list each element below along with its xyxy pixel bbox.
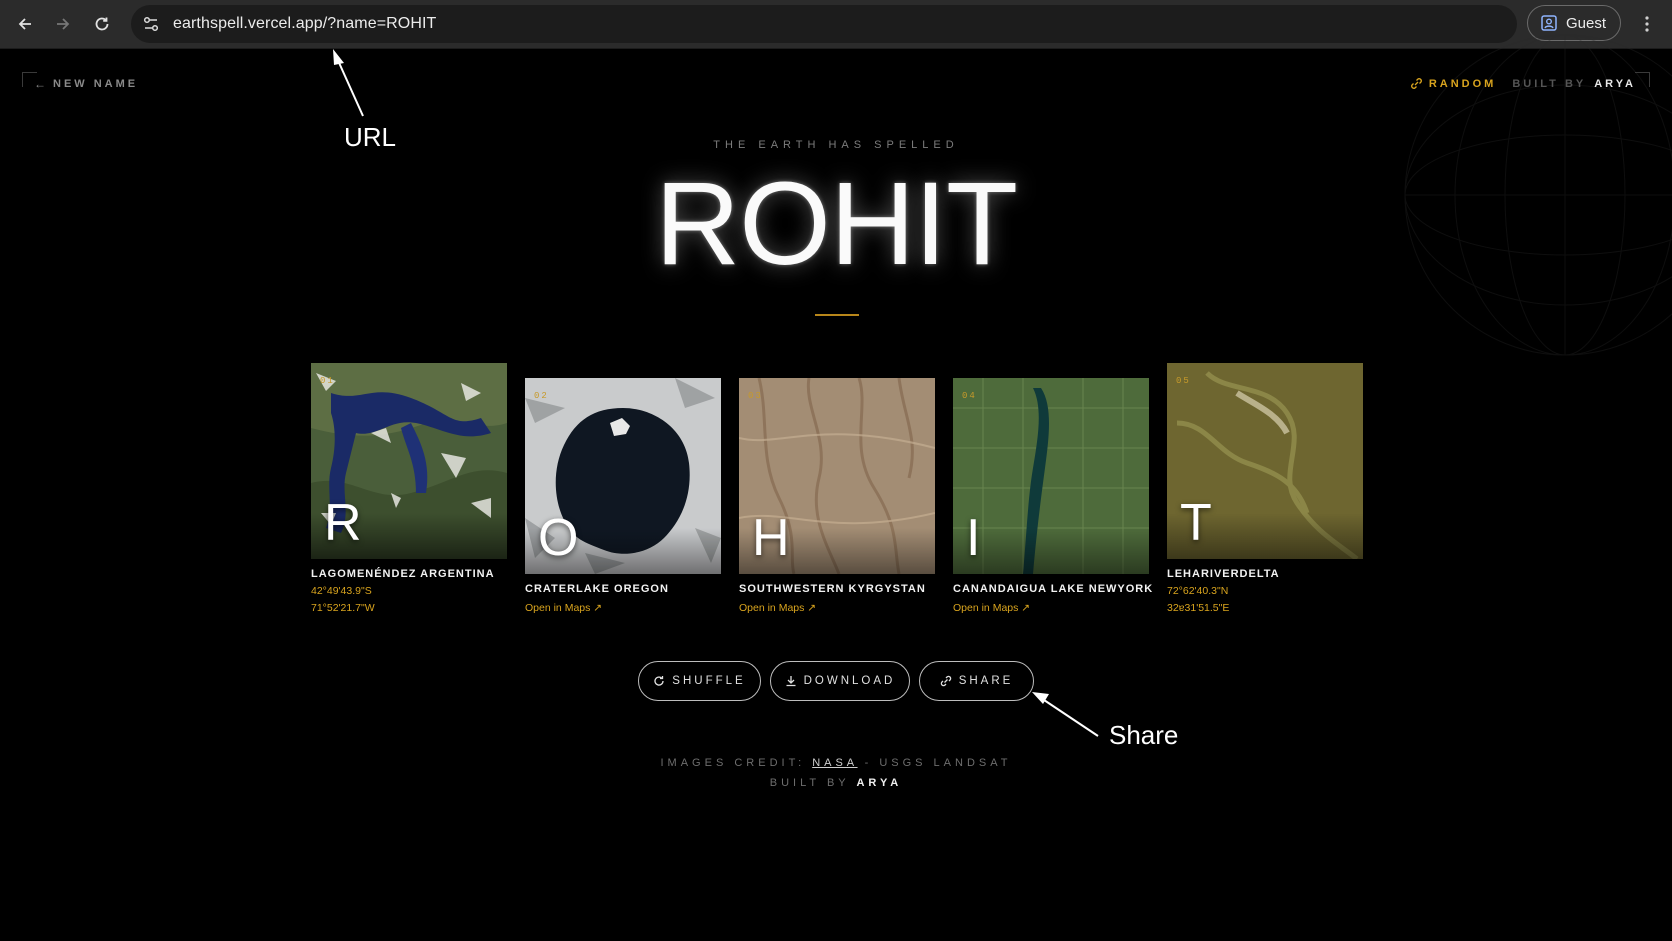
download-icon (786, 676, 796, 687)
url-arrowhead (333, 49, 344, 65)
shuffle-label: SHUFFLE (672, 675, 746, 687)
profile-label: Guest (1566, 14, 1607, 32)
tile-letter: R (324, 494, 362, 552)
dice-icon (1410, 78, 1422, 89)
footer-built-name[interactable]: ARYA (856, 777, 902, 789)
latitude-text: 42°49'43.9"S (311, 585, 372, 597)
share-button[interactable]: SHARE (919, 661, 1034, 701)
tile-letter: H (752, 509, 790, 567)
url-annotation-label: URL (344, 122, 397, 152)
tile-letter: T (1180, 494, 1212, 552)
location-title: LEHARIVERDELTA (1167, 568, 1280, 580)
footer-built-label: BUILT BY (769, 777, 857, 789)
open-in-maps-link[interactable]: Open in Maps ↗ (525, 602, 602, 614)
tile-number: 05 (1176, 376, 1191, 386)
credit-suffix: - USGS LANDSAT (857, 757, 1012, 769)
location-title: LAGOMENÉNDEZ ARGENTINA (311, 568, 495, 580)
satellite-image-h[interactable]: 03 H (739, 378, 935, 574)
url-text[interactable]: earthspell.vercel.app/?name=ROHIT (173, 5, 436, 43)
tile-number: 04 (962, 391, 977, 401)
built-by-name[interactable]: ARYA (1594, 78, 1636, 90)
share-label: SHARE (958, 675, 1014, 687)
link-icon (940, 675, 951, 687)
nasa-link[interactable]: NASA (812, 757, 857, 769)
location-title: SOUTHWESTERN KYRGYSTAN (739, 583, 926, 595)
satellite-image-r[interactable]: 01 R (311, 363, 507, 559)
open-in-maps-link[interactable]: Open in Maps ↗ (953, 602, 1030, 614)
footer-built-by: BUILT BY ARYA (0, 777, 1672, 789)
shuffle-button[interactable]: SHUFFLE (638, 661, 761, 701)
tile-letter: I (966, 509, 981, 567)
share-annotation-label: Share (1109, 720, 1179, 750)
reload-icon (95, 17, 109, 31)
tile-letter: O (538, 509, 579, 567)
random-label: RANDOM (1428, 77, 1497, 90)
image-credits: IMAGES CREDIT: NASA - USGS LANDSAT (0, 757, 1672, 769)
random-button[interactable]: RANDOM (1410, 77, 1497, 90)
hero-eyebrow: THE EARTH HAS SPELLED (713, 139, 959, 151)
address-bar[interactable]: earthspell.vercel.app/?name=ROHIT (131, 5, 1517, 43)
hero-name: ROHIT (654, 158, 1018, 290)
credit-prefix: IMAGES CREDIT: (660, 757, 813, 769)
new-name-link[interactable]: ← NEW NAME (34, 77, 138, 91)
location-title: CANANDAIGUA LAKE NEWYORK (953, 583, 1154, 595)
built-by-label: BUILT BY (1512, 77, 1587, 90)
top-right-nav: RANDOM BUILT BY ARYA (1410, 77, 1636, 90)
satellite-image-o[interactable]: 02 O (525, 378, 721, 574)
download-button[interactable]: DOWNLOAD (770, 661, 910, 701)
longitude-text: 32ɐ31'51.5"E (1167, 602, 1230, 614)
share-arrowhead (1032, 692, 1049, 704)
forward-button[interactable] (47, 8, 79, 40)
location-title: CRATERLAKE OREGON (525, 583, 669, 595)
refresh-icon (654, 676, 664, 686)
site-settings-icon[interactable] (141, 14, 161, 34)
satellite-image-t[interactable]: 05 T (1167, 363, 1363, 559)
open-in-maps-link[interactable]: Open in Maps ↗ (739, 602, 816, 614)
tile-number: 02 (534, 391, 549, 401)
tile-number: 01 (320, 376, 335, 386)
frame-corner-top-right (1635, 72, 1650, 87)
new-name-label: NEW NAME (53, 78, 139, 90)
reload-button[interactable] (86, 8, 118, 40)
download-label: DOWNLOAD (803, 675, 896, 687)
longitude-text: 71°52'21.7"W (311, 602, 375, 614)
satellite-image-i[interactable]: 04 I (953, 378, 1149, 574)
hero-divider (815, 314, 859, 316)
left-arrow-icon: ← (34, 77, 46, 91)
back-arrow-icon (18, 18, 31, 30)
tile-number: 03 (748, 391, 763, 401)
forward-arrow-icon (57, 18, 70, 30)
back-button[interactable] (9, 8, 41, 40)
latitude-text: 72°62'40.3"N (1167, 585, 1229, 597)
